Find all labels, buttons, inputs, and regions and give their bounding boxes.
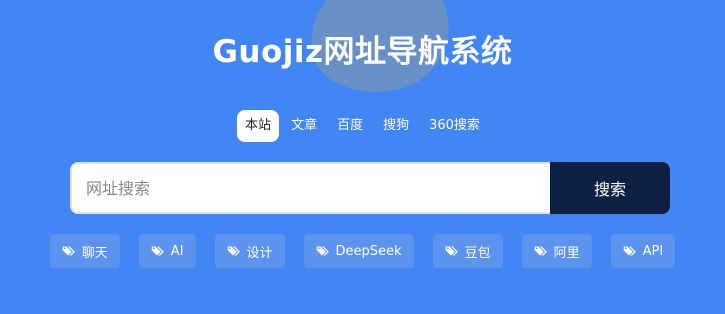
tag-item-ali[interactable]: 阿里 (521, 234, 592, 268)
tag-label: API (642, 243, 664, 259)
tag-icon (62, 245, 77, 257)
hero-section: Guojiz网址导航系统 本站 文章 百度 搜狗 360搜索 搜索 聊天 AI … (0, 0, 725, 314)
tag-label: 聊天 (81, 245, 108, 261)
tag-item-doubao[interactable]: 豆包 (432, 234, 503, 268)
tag-icon (151, 245, 166, 257)
tag-label: DeepSeek (335, 243, 402, 259)
tag-label: AI (170, 243, 184, 259)
tag-icon (534, 245, 549, 257)
tag-item-ai[interactable]: AI (138, 234, 196, 268)
search-bar: 搜索 (70, 162, 670, 214)
search-engine-tabs: 本站 文章 百度 搜狗 360搜索 (0, 110, 725, 142)
tag-label: 豆包 (464, 245, 491, 261)
tab-baidu[interactable]: 百度 (329, 110, 371, 142)
search-input[interactable] (70, 162, 550, 214)
tag-icon (445, 245, 460, 257)
tab-articles[interactable]: 文章 (283, 110, 325, 142)
tag-item-chat[interactable]: 聊天 (49, 234, 120, 268)
tag-label: 设计 (246, 245, 273, 261)
tag-icon (623, 245, 638, 257)
tag-icon (316, 245, 331, 257)
tag-list: 聊天 AI 设计 DeepSeek 豆包 阿里 API (0, 234, 725, 268)
tag-icon (227, 245, 242, 257)
search-button[interactable]: 搜索 (550, 162, 670, 214)
tag-label: 阿里 (553, 245, 580, 261)
tab-360-search[interactable]: 360搜索 (421, 110, 488, 142)
tag-item-api[interactable]: API (610, 234, 676, 268)
tab-site[interactable]: 本站 (237, 110, 280, 142)
page-title: Guojiz网址导航系统 (212, 34, 513, 70)
tab-sogou[interactable]: 搜狗 (375, 110, 417, 142)
tag-item-design[interactable]: 设计 (214, 234, 285, 268)
tag-item-deepseek[interactable]: DeepSeek (303, 234, 414, 268)
